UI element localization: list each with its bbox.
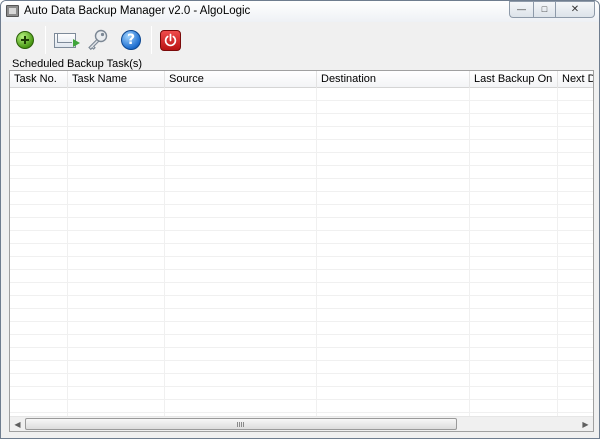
column-header-destination[interactable]: Destination: [317, 71, 470, 88]
column-header-task-no[interactable]: Task No.: [10, 71, 68, 88]
power-symbol-icon: [164, 33, 176, 46]
add-task-button[interactable]: [11, 27, 39, 53]
column-divider: [557, 88, 558, 418]
key-icon: [88, 29, 108, 51]
window-title: Auto Data Backup Manager v2.0 - AlgoLogi…: [24, 5, 251, 17]
list-header: Task No. Task Name Source Destination La…: [10, 71, 593, 88]
help-circle-icon: ?: [121, 30, 141, 50]
title-bar[interactable]: Auto Data Backup Manager v2.0 - AlgoLogi…: [1, 1, 599, 22]
scheduled-tasks-list[interactable]: Task No. Task Name Source Destination La…: [9, 70, 594, 432]
horizontal-scrollbar[interactable]: ◀ ▶: [10, 416, 593, 431]
envelope-icon: [54, 32, 80, 48]
column-divider: [67, 88, 68, 418]
app-window: Auto Data Backup Manager v2.0 - AlgoLogi…: [0, 0, 600, 439]
grip-icon: [237, 422, 245, 427]
toolbar: ?: [1, 22, 599, 57]
column-header-last-backup-on[interactable]: Last Backup On: [470, 71, 558, 88]
toolbar-separator: [45, 26, 46, 54]
plus-circle-icon: [16, 31, 34, 49]
column-divider: [469, 88, 470, 418]
window-icon[interactable]: [6, 5, 19, 17]
scroll-right-button[interactable]: ▶: [578, 417, 593, 431]
close-button[interactable]: ✕: [555, 1, 595, 18]
email-settings-button[interactable]: [51, 27, 80, 53]
exit-button[interactable]: [156, 27, 184, 53]
list-body[interactable]: [10, 88, 593, 418]
toolbar-separator: [151, 26, 152, 54]
scroll-thumb[interactable]: [25, 418, 457, 430]
password-button[interactable]: [84, 27, 112, 53]
column-divider: [316, 88, 317, 418]
scroll-left-button[interactable]: ◀: [10, 417, 25, 431]
column-header-next-due[interactable]: Next Due: [558, 71, 593, 88]
power-icon: [159, 29, 181, 51]
column-header-source[interactable]: Source: [165, 71, 317, 88]
column-divider: [164, 88, 165, 418]
panel-label: Scheduled Backup Task(s): [12, 58, 143, 70]
caption-buttons: — □ ✕: [509, 1, 595, 18]
minimize-button[interactable]: —: [509, 1, 533, 18]
help-button[interactable]: ?: [117, 27, 145, 53]
maximize-button[interactable]: □: [533, 1, 555, 18]
column-header-task-name[interactable]: Task Name: [68, 71, 165, 88]
